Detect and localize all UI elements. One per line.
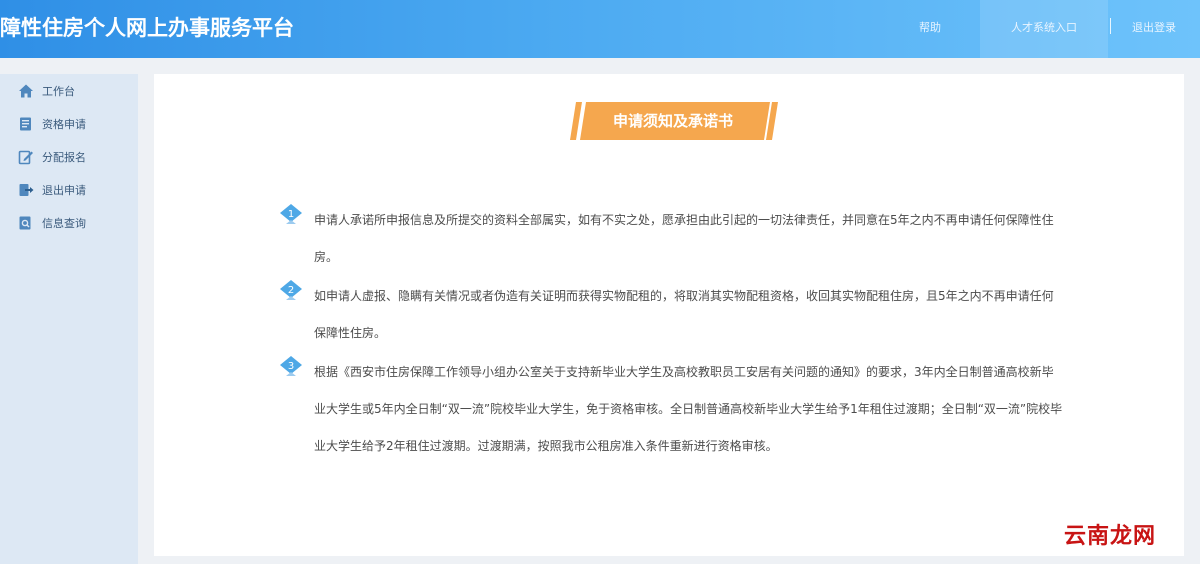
sidebar-item-label: 分配报名 (42, 151, 86, 164)
sidebar-item-exit-apply[interactable]: 退出申请 (18, 181, 128, 199)
sidebar-item-qualification-apply[interactable]: 资格申请 (18, 115, 128, 133)
sidebar-item-label: 资格申请 (42, 118, 86, 131)
sidebar: 工作台 资格申请 分配报名 退出申请 信息查询 (0, 74, 138, 564)
talent-system-link[interactable]: 人才系统入口 (980, 0, 1108, 58)
sidebar-item-allocation-signup[interactable]: 分配报名 (18, 148, 128, 166)
item-number: 3 (288, 361, 294, 372)
header-bar: 障性住房个人网上办事服务平台 帮助 人才系统入口 退出登录 (0, 0, 1200, 58)
exit-icon (19, 184, 34, 196)
item-text: 如申请人虚报、隐瞒有关情况或者伪造有关证明而获得实物配租的，将取消其实物配租资格… (314, 289, 1054, 340)
search-doc-icon (19, 216, 31, 230)
sidebar-item-label: 信息查询 (42, 217, 86, 230)
edit-icon (18, 150, 33, 165)
header-nav: 帮助 人才系统入口 退出登录 (880, 0, 1200, 58)
help-link[interactable]: 帮助 (880, 0, 980, 58)
form-icon (20, 117, 31, 131)
platform-title: 障性住房个人网上办事服务平台 (0, 16, 294, 40)
logout-link[interactable]: 退出登录 (1108, 0, 1200, 58)
item-number: 1 (288, 209, 294, 220)
number-badge-icon: 3 (280, 356, 302, 376)
notice-title-badge: 申请须知及承诺书 (568, 102, 778, 140)
number-badge-icon: 1 (280, 204, 302, 224)
sidebar-item-workbench[interactable]: 工作台 (18, 82, 128, 100)
home-icon (19, 84, 33, 98)
sidebar-item-label: 工作台 (42, 85, 75, 98)
notice-title: 申请须知及承诺书 (612, 112, 733, 130)
sidebar-item-label: 退出申请 (42, 184, 86, 197)
item-number: 2 (288, 285, 294, 296)
item-text: 根据《西安市住房保障工作领导小组办公室关于支持新毕业大学生及高校教职员工安居有关… (314, 365, 1063, 453)
watermark: 云南龙网 (1064, 524, 1157, 549)
item-text: 申请人承诺所申报信息及所提交的资料全部属实，如有不实之处，愿承担由此引起的一切法… (314, 213, 1054, 264)
nav-divider (1110, 18, 1111, 34)
sidebar-item-info-query[interactable]: 信息查询 (18, 214, 128, 232)
number-badge-icon: 2 (280, 280, 302, 300)
